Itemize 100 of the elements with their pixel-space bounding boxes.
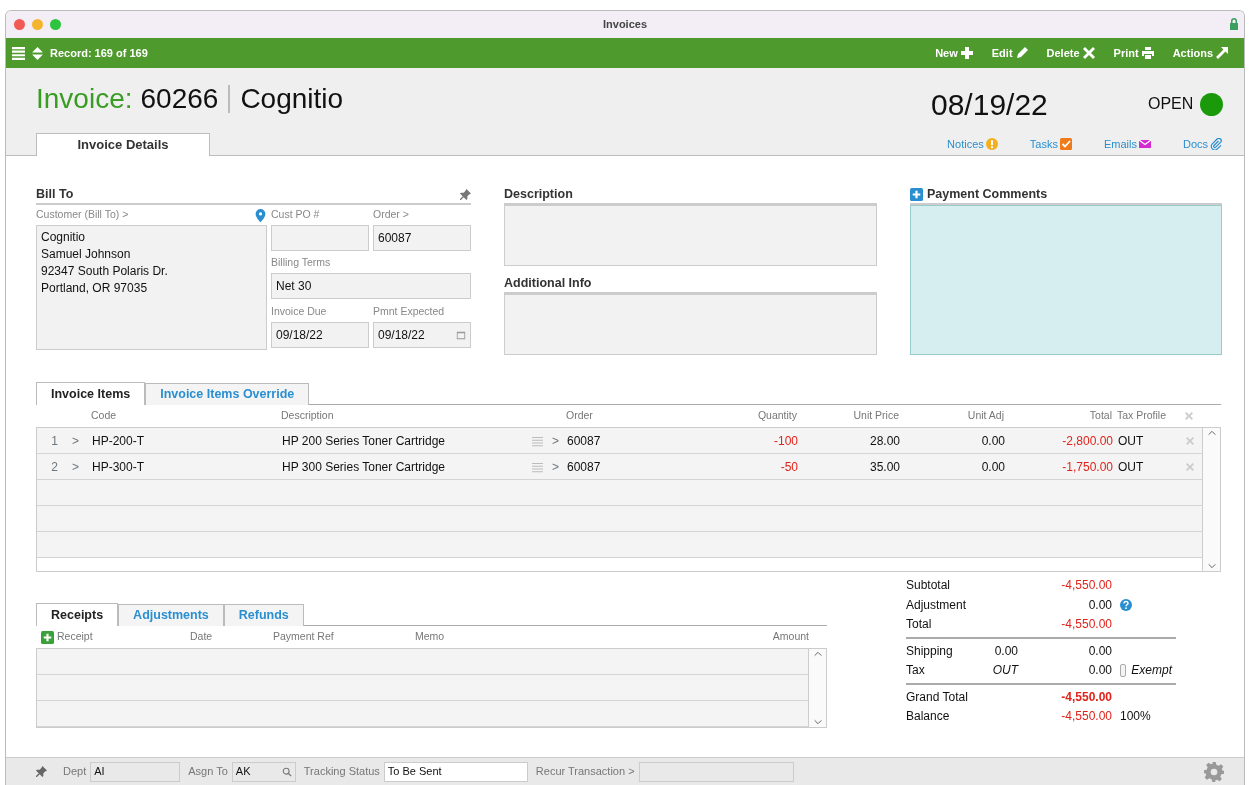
field-label: Invoice Due <box>271 303 327 319</box>
printer-icon <box>1141 47 1154 59</box>
table-cell-text: HP 300 Series Toner Cartridge <box>282 458 446 476</box>
checkbox-icon <box>1059 137 1072 150</box>
scroll-up-icon <box>812 649 823 659</box>
field-label: Tracking Status <box>303 764 380 780</box>
table-cell-text: 35.00 <box>868 458 900 476</box>
toolbar-button[interactable]: Actions <box>1172 44 1228 62</box>
up-down-arrows-icon <box>31 46 44 60</box>
row-number: 1 <box>50 432 59 450</box>
input-field[interactable]: To Be Sent <box>383 761 528 782</box>
table-cell-text: OUT <box>1117 458 1145 476</box>
table-cell-text: 60087 <box>567 432 602 450</box>
column-header: Quantity <box>756 408 797 424</box>
tab[interactable]: Invoice Details <box>36 133 210 156</box>
table-cell-text: 60087 <box>567 458 602 476</box>
input-field[interactable] <box>638 761 794 782</box>
table-cell-text: HP 200 Series Toner Cartridge <box>282 432 446 450</box>
column-header: Description <box>281 408 335 424</box>
total-label: Subtotal <box>906 577 952 594</box>
table-cell-text: -50 <box>779 458 798 476</box>
link[interactable]: Notices <box>947 135 998 152</box>
total-value: 0.00 <box>1087 662 1112 679</box>
remove-icon <box>1185 412 1193 420</box>
toolbar-button[interactable]: Print <box>1113 44 1154 62</box>
section-title: Bill To <box>36 186 74 204</box>
input-field[interactable]: AI <box>90 761 181 782</box>
window-title: Invoices <box>603 17 647 33</box>
table-cell-text: 28.00 <box>868 432 900 450</box>
payment-comments-field[interactable] <box>910 205 1222 355</box>
total-label: Shipping <box>906 642 954 660</box>
table-cell-text: HP-300-T <box>92 458 145 476</box>
window-control-button[interactable] <box>14 19 25 30</box>
record-nav-button[interactable] <box>31 46 44 60</box>
tab[interactable]: Adjustments <box>118 604 224 626</box>
field-label: Cust PO # <box>271 207 320 223</box>
description-field[interactable] <box>504 205 877 266</box>
tab[interactable]: Invoice Items Override <box>145 383 310 405</box>
scroll-down-icon <box>1206 561 1217 571</box>
remove-icon <box>1186 462 1194 471</box>
expand-caret[interactable]: > <box>72 431 92 450</box>
expand-caret[interactable]: > <box>552 431 567 450</box>
section-title: Payment Comments <box>927 186 1048 204</box>
window-control-button[interactable] <box>32 19 43 30</box>
toolbar-button[interactable]: Edit <box>991 44 1028 62</box>
field-label: Order > <box>373 207 409 223</box>
link[interactable]: Emails <box>1103 135 1151 152</box>
link[interactable]: Docs <box>1182 135 1222 152</box>
pencil-icon <box>1015 47 1028 59</box>
total-value: 0.00 <box>1087 642 1112 660</box>
invoice-number: 60266 <box>140 82 219 116</box>
plus-icon <box>960 47 973 59</box>
add-receipt-button[interactable] <box>41 630 54 644</box>
column-header: Total <box>1088 408 1112 424</box>
scroll-down-icon <box>812 717 823 727</box>
input-field[interactable]: 60087 <box>373 225 471 251</box>
checkbox[interactable] <box>1120 664 1127 678</box>
plus-icon <box>910 188 923 201</box>
column-header: Payment Ref <box>273 629 335 645</box>
alert-icon <box>985 137 998 150</box>
input-field[interactable]: AK <box>231 761 296 782</box>
field-label: Pmnt Expected <box>373 303 445 319</box>
address-field[interactable]: Cognitio Samuel Johnson 92347 South Polaris Dr. Portland, OR 97035 <box>36 225 267 350</box>
tab[interactable]: Invoice Items <box>36 382 146 405</box>
total-label: Total <box>906 616 933 633</box>
input-field[interactable]: 09/18/22 <box>271 321 369 348</box>
column-header: Unit Price <box>852 408 899 424</box>
total-label: Grand Total <box>906 688 969 706</box>
customer-name: Cognitio <box>240 82 344 116</box>
menu-button[interactable] <box>12 46 25 60</box>
column-header: Memo <box>415 629 446 645</box>
search-icon <box>281 766 292 777</box>
input-field[interactable]: 09/18/22 <box>373 321 471 348</box>
column-header: Tax Profile <box>1116 408 1168 424</box>
expand-caret[interactable]: > <box>72 457 92 476</box>
tab[interactable]: Receipts <box>36 603 119 626</box>
lock-icon <box>1228 18 1240 31</box>
remove-icon <box>1186 436 1194 445</box>
total-label: Balance <box>906 708 951 725</box>
expand-caret[interactable]: > <box>552 457 567 476</box>
field-label: Billing Terms <box>271 255 331 271</box>
record-counter: Record: 169 of 169 <box>50 45 148 61</box>
arrow-icon <box>1216 47 1228 59</box>
table-cell-text: HP-200-T <box>92 432 145 450</box>
link[interactable]: Tasks <box>1029 135 1072 152</box>
input-field[interactable]: Net 30 <box>271 273 471 300</box>
column-header: Unit Adj <box>966 408 1004 424</box>
total-value: -4,550.00 <box>1060 616 1112 633</box>
menu-icon <box>12 46 25 60</box>
toolbar-button[interactable]: New <box>935 44 973 62</box>
row-number: 2 <box>50 458 59 476</box>
pin-icon <box>36 766 47 777</box>
tab[interactable]: Refunds <box>223 604 304 626</box>
column-header: Order <box>566 408 594 424</box>
input-field[interactable] <box>271 225 369 251</box>
additional-info-field[interactable] <box>504 294 877 355</box>
total-value: -4,550.00 <box>1060 708 1112 725</box>
window-control-button[interactable] <box>50 19 61 30</box>
toolbar-button[interactable]: Delete <box>1046 44 1095 62</box>
location-pin-icon <box>254 208 267 222</box>
